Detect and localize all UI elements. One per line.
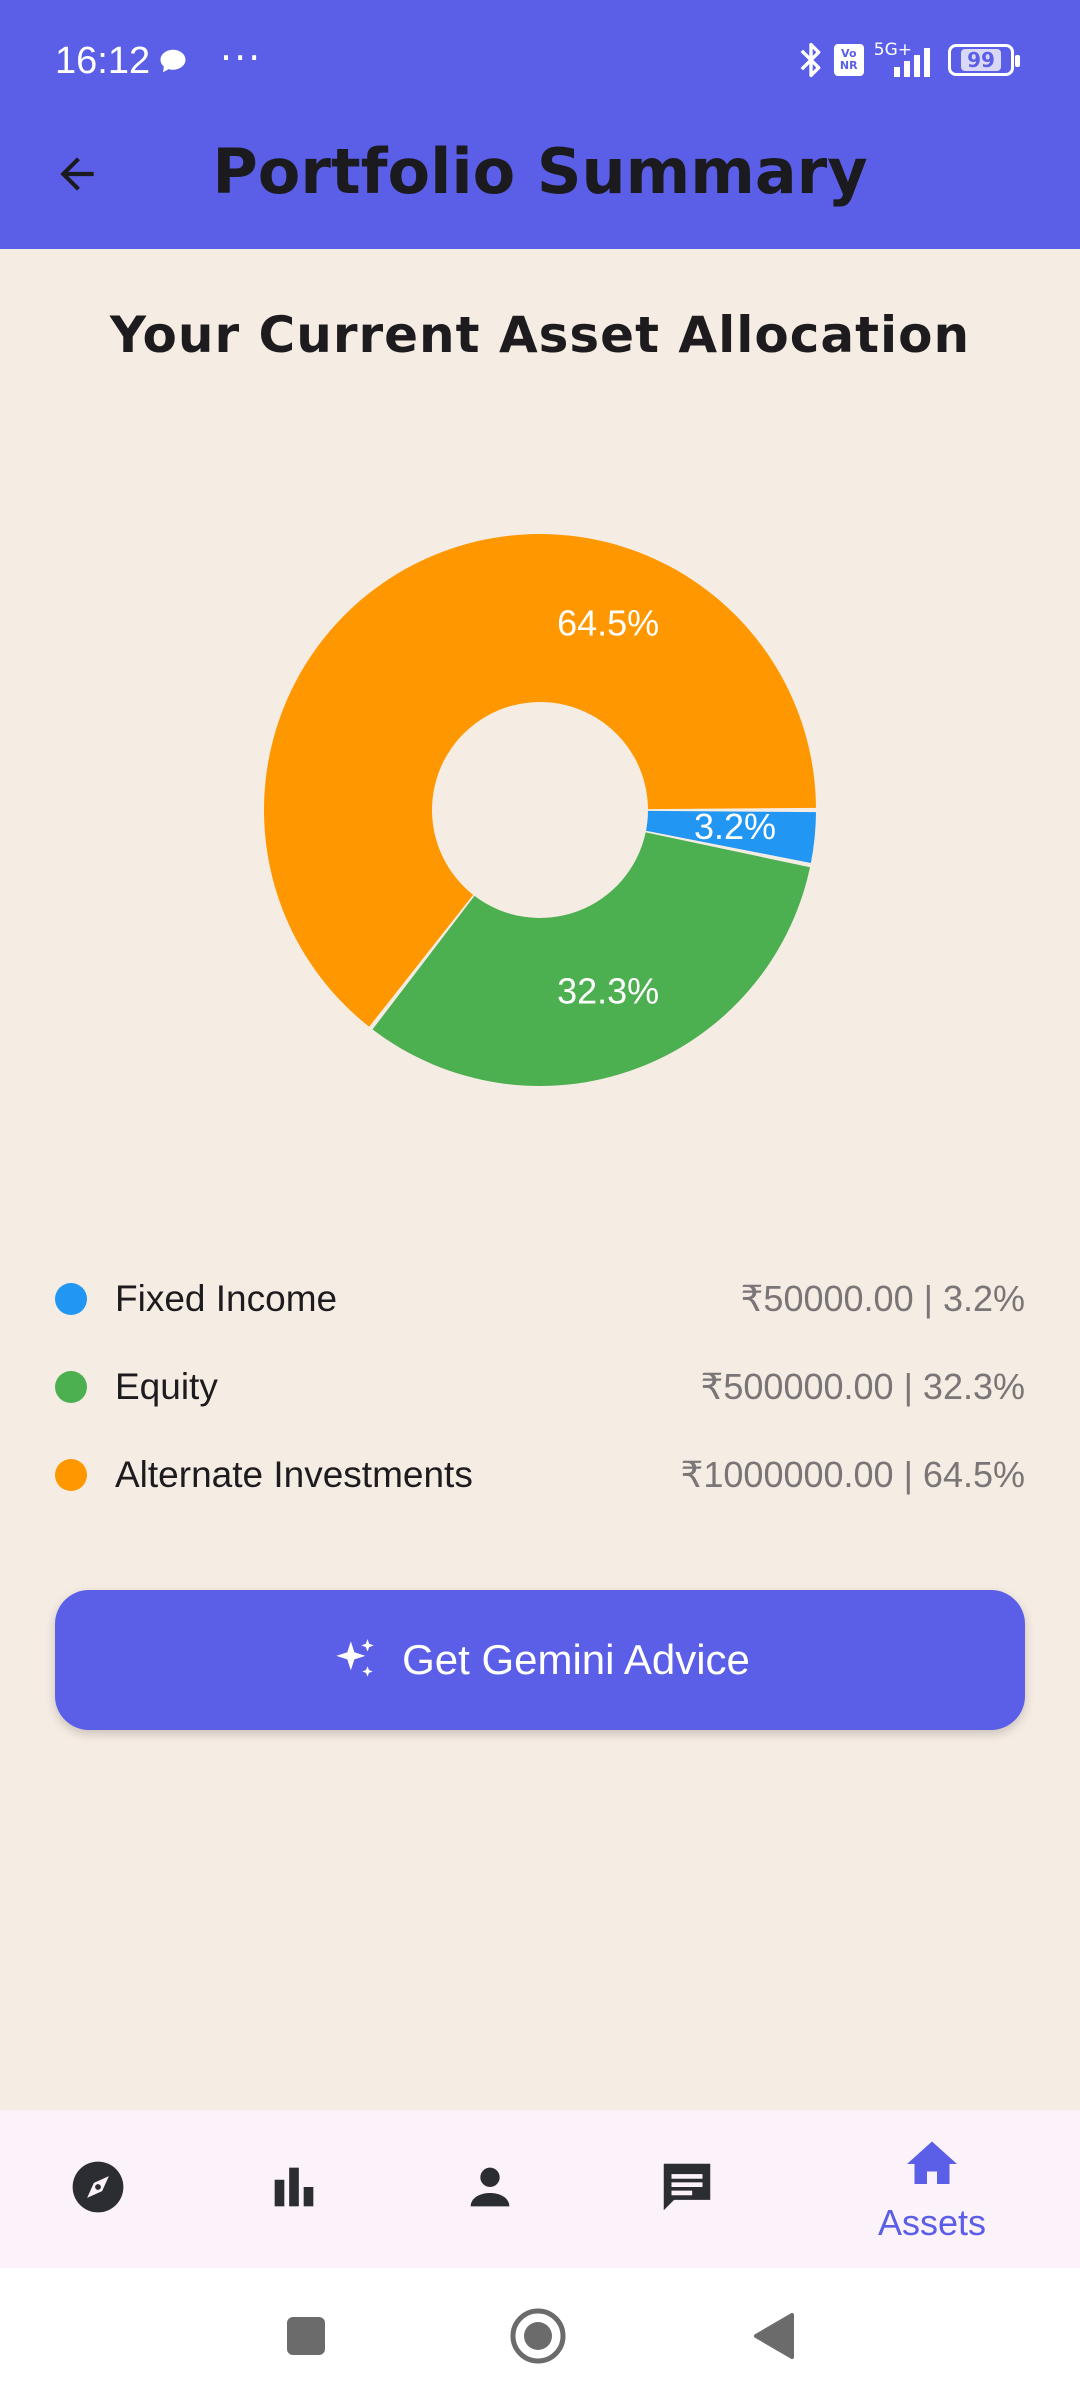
- square-icon: [285, 2315, 327, 2361]
- home-circle-icon: [509, 2307, 567, 2369]
- legend-name: Equity: [115, 1366, 218, 1407]
- chat-bubble-icon: [158, 46, 188, 80]
- nav-item-profile[interactable]: [420, 2110, 560, 2268]
- status-more: ···: [220, 36, 263, 80]
- home-system-button[interactable]: [508, 2308, 568, 2368]
- bluetooth-icon: [798, 40, 824, 80]
- header: 16:12 ··· Vo NR 5G+ 99 Portfolio Summary: [0, 0, 1080, 249]
- legend-dot: [55, 1371, 87, 1403]
- get-gemini-advice-button[interactable]: Get Gemini Advice: [55, 1590, 1025, 1730]
- triangle-back-icon: [752, 2311, 796, 2365]
- status-bar: 16:12 ··· Vo NR 5G+ 99: [0, 0, 1080, 125]
- donut-svg: 3.2% 32.3% 64.5%: [264, 534, 816, 1086]
- legend-item-equity: Equity ₹500000.00 | 32.3%: [55, 1343, 1025, 1431]
- back-system-button[interactable]: [744, 2308, 804, 2368]
- message-icon: [656, 2156, 718, 2222]
- page-title: Portfolio Summary: [212, 135, 868, 208]
- section-title: Your Current Asset Allocation: [109, 306, 971, 364]
- nav-item-messages[interactable]: [617, 2110, 757, 2268]
- status-icons: Vo NR 5G+ 99: [798, 40, 1020, 80]
- compass-icon: [69, 2158, 127, 2220]
- battery-icon: 99: [948, 44, 1020, 76]
- home-icon: [902, 2134, 962, 2198]
- nav-item-explore[interactable]: [28, 2110, 168, 2268]
- nav-label-assets: Assets: [877, 2202, 987, 2243]
- recents-button[interactable]: [276, 2308, 336, 2368]
- nav-item-analytics[interactable]: [224, 2110, 364, 2268]
- slice-label-equity: 32.3%: [557, 970, 659, 1011]
- legend-name: Fixed Income: [115, 1278, 338, 1319]
- volte-icon: Vo NR: [833, 44, 864, 76]
- arrow-left-icon: [52, 149, 102, 203]
- bar-chart-icon: [265, 2158, 323, 2220]
- network-type: 5G+: [873, 40, 912, 60]
- legend-dot: [55, 1459, 87, 1491]
- battery-level: 99: [961, 49, 1001, 71]
- app-bar: Portfolio Summary: [0, 125, 1080, 249]
- legend-item-alternate-investments: Alternate Investments ₹1000000.00 | 64.5…: [55, 1431, 1025, 1519]
- legend-value: ₹1000000.00 | 64.5%: [680, 1454, 1025, 1495]
- legend-value: ₹500000.00 | 32.3%: [700, 1366, 1025, 1407]
- slice-label-fixed-income: 3.2%: [694, 806, 776, 847]
- legend-dot: [55, 1283, 87, 1315]
- back-button[interactable]: [40, 139, 114, 213]
- legend: Fixed Income ₹50000.00 | 3.2% Equity ₹50…: [55, 1255, 1025, 1519]
- allocation-donut-chart: 3.2% 32.3% 64.5%: [240, 510, 840, 1110]
- system-nav-bar: [0, 2268, 1080, 2400]
- legend-item-fixed-income: Fixed Income ₹50000.00 | 3.2%: [55, 1255, 1025, 1343]
- nav-item-assets[interactable]: Assets: [862, 2110, 1002, 2268]
- person-icon: [461, 2158, 519, 2220]
- legend-name: Alternate Investments: [115, 1454, 473, 1495]
- bottom-nav: Assets: [0, 2110, 1080, 2268]
- legend-value: ₹50000.00 | 3.2%: [740, 1278, 1025, 1319]
- advice-button-label: Get Gemini Advice: [402, 1636, 750, 1683]
- status-time: 16:12: [55, 40, 151, 82]
- slice-label-alternate-investments: 64.5%: [557, 603, 659, 644]
- sparkle-icon: [330, 1635, 380, 1685]
